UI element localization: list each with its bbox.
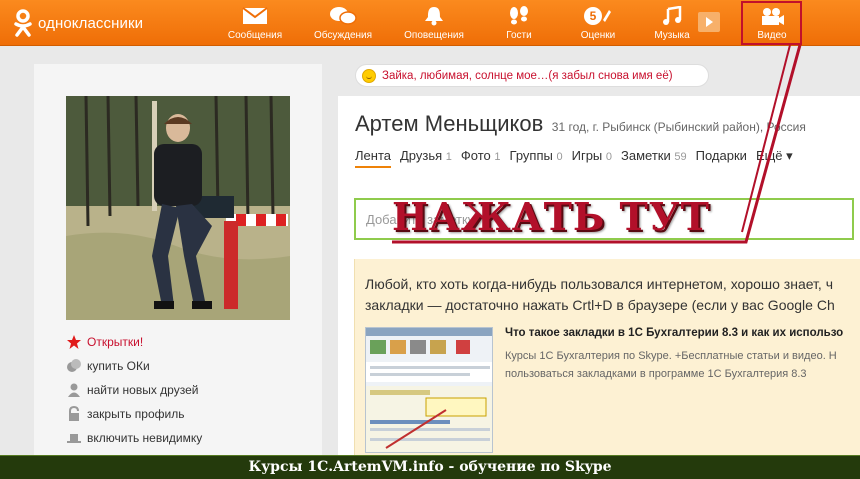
link-thumbnail[interactable]: [365, 327, 493, 453]
feed-post: Любой, кто хоть когда-нибудь пользовался…: [354, 259, 860, 456]
link-description-line: Курсы 1С Бухгалтерия по Skype. +Бесплатн…: [505, 350, 837, 362]
post-text-line: закладки — достаточно нажать Crtl+D в бр…: [365, 297, 835, 313]
footer-banner: Курсы 1С.ArtemVM.info - обучение по Skyp…: [0, 455, 860, 479]
link-description: Курсы 1С Бухгалтерия по Skype. +Бесплатн…: [505, 347, 837, 383]
post-text-line: Любой, кто хоть когда-нибудь пользовался…: [365, 276, 833, 292]
link-title[interactable]: Что такое закладки в 1С Бухгалтерии 8.3 …: [505, 327, 843, 339]
post-text: Любой, кто хоть когда-нибудь пользовался…: [365, 274, 835, 316]
link-description-line: пользоваться закладками в программе 1С Б…: [505, 368, 807, 380]
